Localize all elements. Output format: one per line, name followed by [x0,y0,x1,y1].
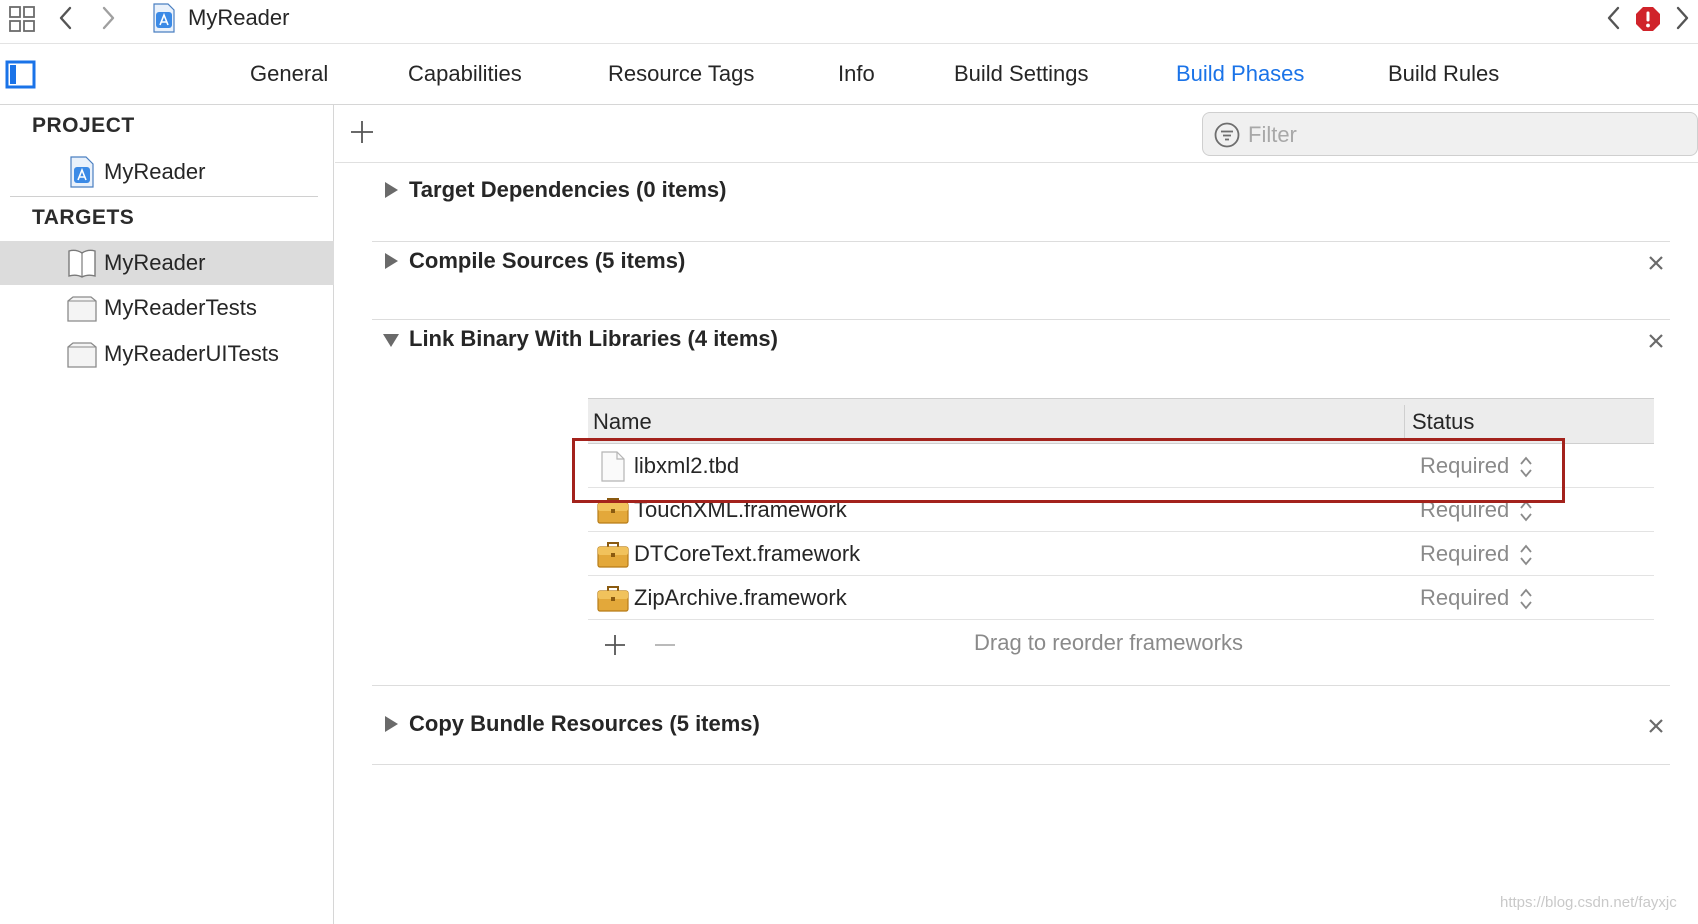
build-phases-toolbar: Filter [335,105,1698,163]
delete-phase-close-icon[interactable] [1647,332,1665,350]
table-row[interactable]: DTCoreText.framework Required [588,532,1654,576]
disclosure-collapsed-triangle-icon[interactable] [382,252,400,270]
project-section-header: PROJECT [32,114,135,137]
toggle-sidebar-icon[interactable] [5,60,36,89]
status-stepper-chevrons-icon[interactable] [1518,542,1534,568]
library-status[interactable]: Required [1420,541,1509,567]
status-stepper-chevrons-icon[interactable] [1518,586,1534,612]
tab-capabilities[interactable]: Capabilities [408,61,522,87]
tab-build-settings[interactable]: Build Settings [954,61,1089,87]
column-header-status[interactable]: Status [1412,409,1474,435]
sidebar-item-label: MyReaderUITests [104,341,279,366]
issue-previous-chevron-icon[interactable] [1604,4,1624,32]
phase-target-dependencies: Target Dependencies (0 items) [372,163,1670,241]
reorder-hint: Drag to reorder frameworks [974,630,1243,655]
phase-copy-bundle-resources: Copy Bundle Resources (5 items) [372,686,1670,761]
jump-bar: MyReader [0,0,1698,44]
tab-build-rules[interactable]: Build Rules [1388,61,1499,87]
add-build-phase-plus-icon[interactable] [347,117,377,147]
filter-placeholder: Filter [1248,122,1297,147]
disclosure-collapsed-triangle-icon[interactable] [382,715,400,733]
library-name: DTCoreText.framework [634,541,861,566]
remove-library-minus-icon[interactable] [652,632,678,658]
phase-title[interactable]: Compile Sources (5 items) [409,248,685,274]
add-library-plus-icon[interactable] [602,632,628,658]
project-targets-sidebar: PROJECT MyReader TARGETS MyReader MyRead… [0,105,334,924]
breadcrumb-project-name[interactable]: MyReader [188,5,289,31]
phase-title[interactable]: Copy Bundle Resources (5 items) [409,711,760,737]
phase-title[interactable]: Link Binary With Libraries (4 items) [409,326,778,352]
delete-phase-close-icon[interactable] [1647,254,1665,272]
watermark: https://blog.csdn.net/fayxjc [1500,894,1677,911]
framework-toolbox-icon [597,586,629,612]
issue-next-chevron-icon[interactable] [1672,4,1692,32]
targets-section-header: TARGETS [32,206,135,229]
sidebar-divider [10,196,318,197]
forward-chevron-icon[interactable] [98,4,118,32]
project-file-icon [70,156,94,188]
tab-general[interactable]: General [250,61,328,87]
column-header-name[interactable]: Name [593,409,652,435]
test-bundle-icon [67,296,97,322]
delete-phase-close-icon[interactable] [1647,717,1665,735]
disclosure-expanded-triangle-icon[interactable] [382,331,400,349]
tab-build-phases[interactable]: Build Phases [1176,61,1304,87]
build-phases-editor: Filter Target Dependencies (0 items) Com… [335,105,1698,924]
related-items-grid-icon[interactable] [8,5,36,33]
phase-title[interactable]: Target Dependencies (0 items) [409,177,726,203]
tab-resource-tags[interactable]: Resource Tags [608,61,754,87]
table-row[interactable]: ZipArchive.framework Required [588,576,1654,620]
sidebar-item-target-myreaderuitests[interactable]: MyReaderUITests [0,332,334,376]
phase-divider [372,764,1670,765]
sidebar-item-label: MyReader [104,250,206,275]
sidebar-item-project-myreader[interactable]: MyReader [0,150,334,194]
column-separator [1404,405,1405,439]
phase-compile-sources: Compile Sources (5 items) [372,242,1670,319]
test-bundle-icon [67,342,97,368]
filter-field[interactable]: Filter [1202,112,1698,156]
annotation-highlight-box [572,438,1565,503]
disclosure-collapsed-triangle-icon[interactable] [382,181,400,199]
library-status[interactable]: Required [1420,585,1509,611]
framework-toolbox-icon [597,542,629,568]
filter-icon [1214,122,1240,148]
sidebar-item-label: MyReader [104,159,206,184]
sidebar-item-label: MyReaderTests [104,295,257,320]
sidebar-item-target-myreader[interactable]: MyReader [0,241,334,285]
library-name: ZipArchive.framework [634,585,847,610]
app-target-book-icon [68,249,96,278]
project-file-icon [153,3,175,33]
editor-tab-bar: General Capabilities Resource Tags Info … [0,44,1698,105]
back-chevron-icon[interactable] [56,4,76,32]
sidebar-item-target-myreadertests[interactable]: MyReaderTests [0,286,334,330]
libraries-table-footer: Drag to reorder frameworks [588,620,1654,668]
error-badge-icon[interactable] [1635,6,1661,32]
tab-info[interactable]: Info [838,61,875,87]
